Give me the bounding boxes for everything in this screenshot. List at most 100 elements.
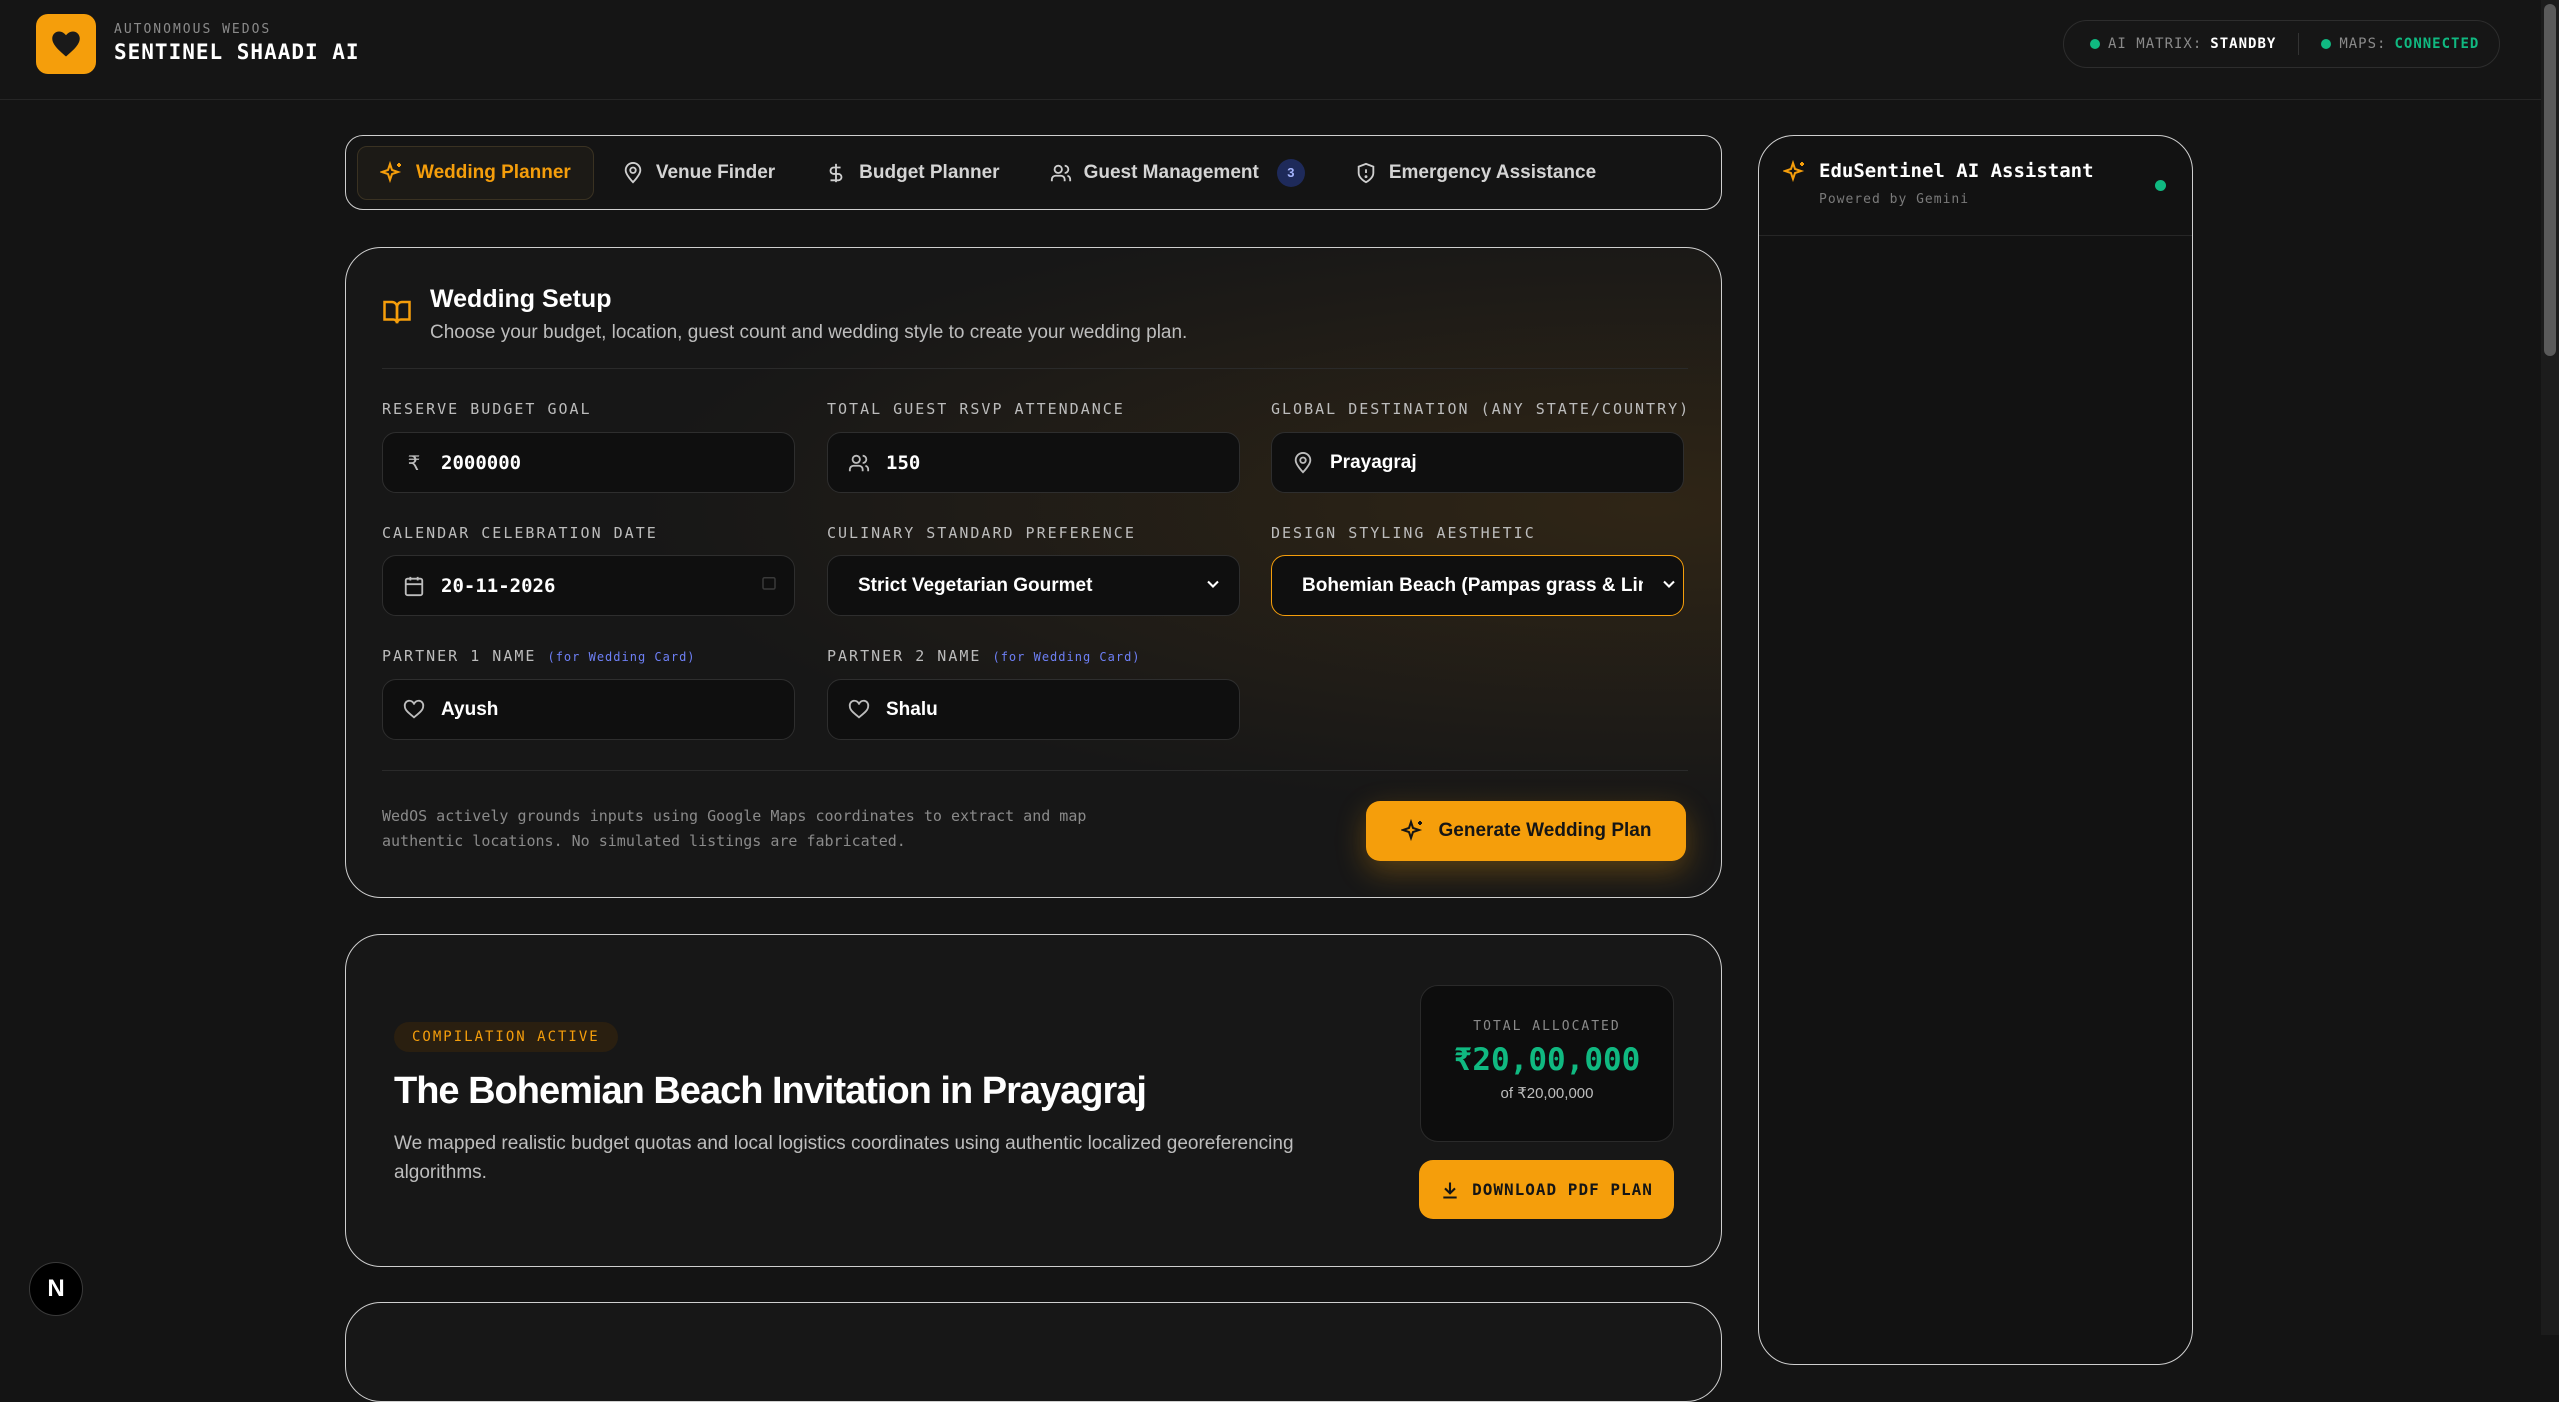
culinary-select[interactable]: Strict Vegetarian Gourmet bbox=[827, 555, 1240, 616]
calendar-icon bbox=[403, 575, 425, 597]
guest-count-input[interactable]: 150 bbox=[827, 432, 1240, 493]
maps-status: MAPS: CONNECTED bbox=[2321, 36, 2479, 52]
partner2-note: (for Wedding Card) bbox=[992, 650, 1141, 664]
brand-title: SENTINEL SHAADI AI bbox=[114, 40, 360, 64]
generate-plan-button[interactable]: Generate Wedding Plan bbox=[1366, 801, 1686, 861]
date-input[interactable]: 20-11-2026 bbox=[382, 555, 795, 616]
budget-label: RESERVE BUDGET GOAL bbox=[382, 400, 592, 418]
chevron-down-icon bbox=[1203, 574, 1223, 600]
culinary-label: CULINARY STANDARD PREFERENCE bbox=[827, 524, 1136, 542]
guest-count-badge: 3 bbox=[1276, 158, 1305, 187]
status-pill: AI MATRIX: STANDBY MAPS: CONNECTED bbox=[2063, 20, 2500, 68]
rupee-icon: ₹ bbox=[407, 450, 421, 475]
sparkles-icon bbox=[1783, 160, 1805, 183]
setup-description: Choose your budget, location, guest coun… bbox=[430, 322, 1188, 343]
alloc-amount: ₹20,00,000 bbox=[1453, 1042, 1641, 1078]
date-value: 20-11-2026 bbox=[441, 574, 556, 597]
users-icon bbox=[848, 452, 870, 474]
guest-count-value: 150 bbox=[886, 451, 921, 474]
status-dot bbox=[2090, 39, 2100, 49]
guests-label: TOTAL GUEST RSVP ATTENDANCE bbox=[827, 400, 1125, 418]
date-label: CALENDAR CELEBRATION DATE bbox=[382, 524, 658, 542]
partner1-label-text: PARTNER 1 NAME bbox=[382, 647, 537, 665]
setup-title: Wedding Setup bbox=[430, 285, 612, 313]
nextjs-dev-badge[interactable]: N bbox=[29, 1262, 83, 1316]
heart-icon bbox=[52, 31, 80, 57]
design-select[interactable]: Bohemian Beach (Pampas grass & Linens bbox=[1271, 555, 1684, 616]
alloc-sub: of ₹20,00,000 bbox=[1500, 1085, 1594, 1102]
n-logo-icon: N bbox=[47, 1275, 65, 1302]
partner2-input[interactable]: Shalu bbox=[827, 679, 1240, 740]
tab-label: Budget Planner bbox=[859, 161, 1000, 183]
destination-label: GLOBAL DESTINATION (ANY STATE/COUNTRY) bbox=[1271, 400, 1691, 418]
users-icon bbox=[1050, 164, 1071, 181]
tab-guest-management[interactable]: Guest Management 3 bbox=[1028, 146, 1327, 200]
partner1-input[interactable]: Ayush bbox=[382, 679, 795, 740]
assistant-title: EduSentinel AI Assistant bbox=[1819, 160, 2094, 182]
status-divider bbox=[2298, 33, 2300, 55]
partner2-label-text: PARTNER 2 NAME bbox=[827, 647, 982, 665]
map-pin-icon bbox=[1292, 451, 1314, 474]
partner1-label: PARTNER 1 NAME (for Wedding Card) bbox=[382, 647, 696, 665]
tab-label: Emergency Assistance bbox=[1388, 161, 1597, 183]
design-label: DESIGN STYLING AESTHETIC bbox=[1271, 524, 1536, 542]
download-pdf-button[interactable]: DOWNLOAD PDF PLAN bbox=[1419, 1160, 1674, 1219]
compilation-badge: COMPILATION ACTIVE bbox=[394, 1022, 618, 1052]
ai-matrix-value: STANDBY bbox=[2210, 36, 2277, 52]
next-section-card bbox=[345, 1302, 1722, 1402]
generate-plan-label: Generate Wedding Plan bbox=[1438, 820, 1652, 841]
tab-wedding-planner[interactable]: Wedding Planner bbox=[357, 145, 594, 200]
tab-venue-finder[interactable]: Venue Finder bbox=[600, 146, 797, 200]
alloc-label: TOTAL ALLOCATED bbox=[1473, 1019, 1621, 1034]
grounding-footnote: WedOS actively grounds inputs using Goog… bbox=[382, 807, 1087, 850]
heart-icon bbox=[403, 699, 425, 721]
assistant-header: EduSentinel AI Assistant Powered by Gemi… bbox=[1759, 136, 2192, 236]
setup-header: Wedding Setup Choose your budget, locati… bbox=[382, 285, 1187, 344]
plan-title: The Bohemian Beach Invitation in Prayagr… bbox=[394, 1070, 1147, 1112]
assistant-subtitle: Powered by Gemini bbox=[1819, 192, 1970, 207]
page-scrollbar[interactable] bbox=[2541, 0, 2559, 1335]
tab-label: Guest Management bbox=[1083, 161, 1259, 183]
culinary-value: Strict Vegetarian Gourmet bbox=[858, 574, 1093, 596]
heart-icon bbox=[848, 699, 870, 721]
total-allocated-box: TOTAL ALLOCATED ₹20,00,000 of ₹20,00,000 bbox=[1420, 985, 1674, 1142]
map-pin-icon bbox=[624, 161, 642, 183]
budget-value: 2000000 bbox=[441, 451, 522, 474]
partner1-note: (for Wedding Card) bbox=[547, 650, 696, 664]
status-dot bbox=[2321, 39, 2332, 49]
plan-summary-card: COMPILATION ACTIVE The Bohemian Beach In… bbox=[345, 934, 1722, 1267]
chevron-down-icon bbox=[1659, 574, 1679, 600]
divider bbox=[382, 368, 1688, 369]
destination-value: Prayagraj bbox=[1330, 451, 1417, 473]
online-status-dot bbox=[2155, 180, 2166, 191]
book-icon bbox=[383, 300, 411, 324]
maps-value: CONNECTED bbox=[2394, 36, 2480, 52]
wedding-setup-card: Wedding Setup Choose your budget, locati… bbox=[345, 247, 1722, 898]
sparkles-icon bbox=[1400, 819, 1422, 842]
date-picker-icon[interactable] bbox=[760, 574, 778, 597]
plan-description: We mapped realistic budget quotas and lo… bbox=[394, 1133, 1294, 1183]
download-icon bbox=[1443, 1182, 1457, 1199]
tab-emergency-assistance[interactable]: Emergency Assistance bbox=[1333, 146, 1618, 200]
budget-input[interactable]: ₹ 2000000 bbox=[382, 432, 795, 493]
tab-label: Wedding Planner bbox=[416, 161, 571, 183]
divider bbox=[382, 770, 1688, 771]
app-logo[interactable] bbox=[36, 14, 96, 74]
scrollbar-thumb[interactable] bbox=[2544, 4, 2556, 356]
partner2-value: Shalu bbox=[886, 698, 938, 720]
destination-input[interactable]: Prayagraj bbox=[1271, 432, 1684, 493]
ai-matrix-label: AI MATRIX: bbox=[2108, 36, 2203, 52]
ai-matrix-status: AI MATRIX: STANDBY bbox=[2090, 36, 2276, 52]
tab-label: Venue Finder bbox=[655, 161, 776, 183]
dollar-icon bbox=[829, 163, 843, 182]
sparkles-icon bbox=[380, 160, 402, 183]
partner2-label: PARTNER 2 NAME (for Wedding Card) bbox=[827, 647, 1141, 665]
shield-icon bbox=[1357, 162, 1375, 183]
maps-label: MAPS: bbox=[2339, 36, 2387, 52]
partner1-value: Ayush bbox=[441, 698, 499, 720]
ai-assistant-panel: EduSentinel AI Assistant Powered by Gemi… bbox=[1758, 135, 2193, 1365]
brand-subtitle: AUTONOMOUS WEDOS bbox=[114, 22, 272, 37]
tab-budget-planner[interactable]: Budget Planner bbox=[803, 146, 1021, 200]
top-header: AUTONOMOUS WEDOS SENTINEL SHAADI AI AI M… bbox=[0, 0, 2541, 100]
design-value: Bohemian Beach (Pampas grass & Linens bbox=[1302, 574, 1643, 596]
